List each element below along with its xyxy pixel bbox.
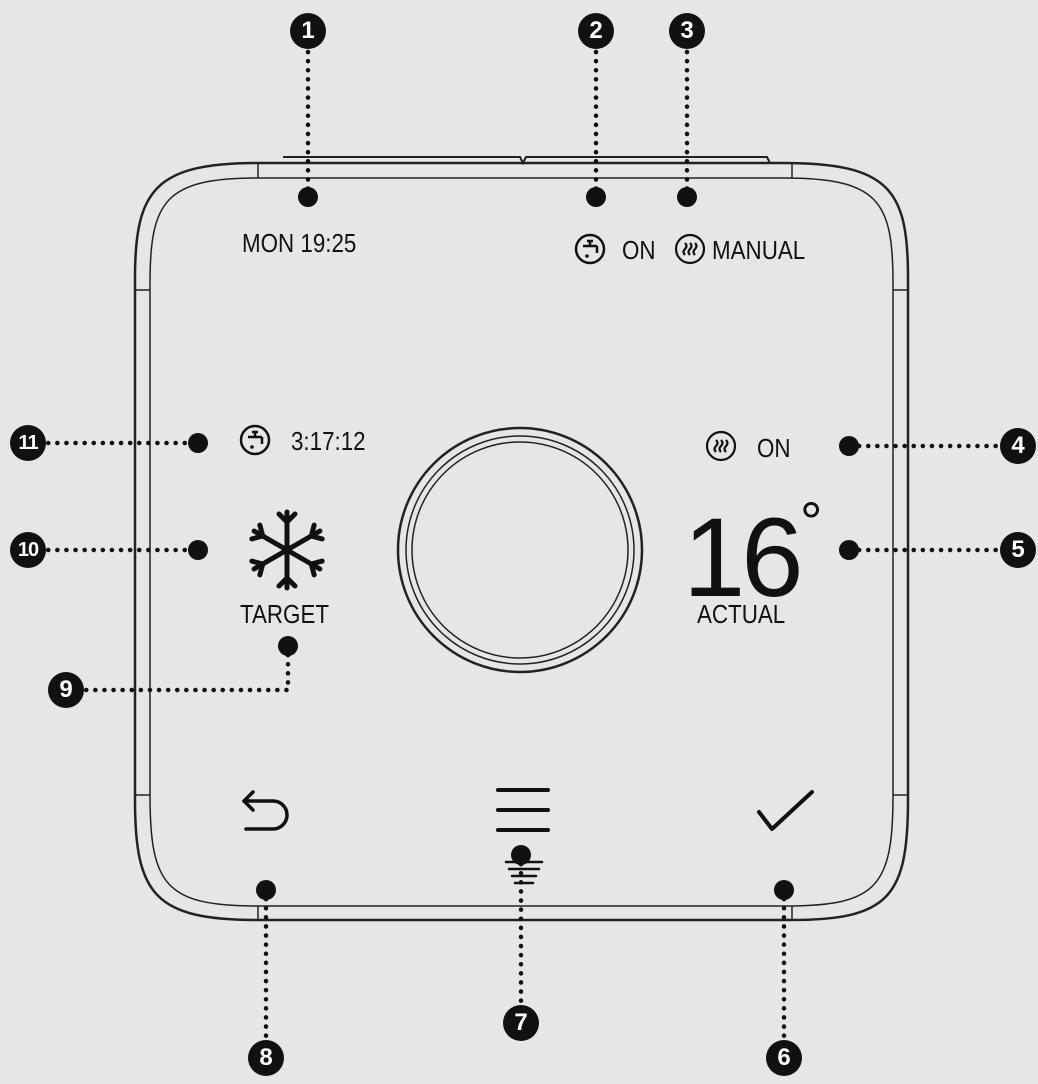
callout-5: 5 <box>1000 532 1036 568</box>
actual-label: ACTUAL <box>697 599 786 629</box>
touch-sensor-icon <box>504 860 544 885</box>
datetime-display: MON 19:25 <box>242 228 357 258</box>
snowflake-icon <box>250 509 324 588</box>
callout-4: 4 <box>1000 428 1036 464</box>
heating-status-icon <box>705 430 737 462</box>
menu-icon[interactable] <box>496 788 550 832</box>
heating-status: ON <box>757 433 791 463</box>
rotary-dial[interactable] <box>396 426 644 674</box>
target-label: TARGET <box>240 599 330 629</box>
callout-11: 11 <box>10 425 46 461</box>
callout-7: 7 <box>503 1005 539 1041</box>
callout-8: 8 <box>248 1040 284 1076</box>
boost-timer: 3:17:12 <box>291 426 366 456</box>
callout-2: 2 <box>578 13 614 49</box>
callout-9: 9 <box>48 672 84 708</box>
heating-mode: MANUAL <box>712 235 806 265</box>
callout-1: 1 <box>290 13 326 49</box>
boost-tap-icon <box>239 424 271 456</box>
radiator-heat-icon <box>674 233 706 265</box>
callout-6: 6 <box>766 1040 802 1076</box>
callout-10: 10 <box>10 532 46 568</box>
back-arrow-icon[interactable] <box>242 790 289 831</box>
callout-3: 3 <box>669 13 705 49</box>
actual-temperature: 16 <box>683 495 804 620</box>
checkmark-icon[interactable] <box>757 790 814 831</box>
thermostat-diagram <box>27 49 1003 1043</box>
tap-icon <box>574 233 606 265</box>
degree-symbol: ° <box>800 490 823 553</box>
hot-water-status: ON <box>622 235 656 265</box>
